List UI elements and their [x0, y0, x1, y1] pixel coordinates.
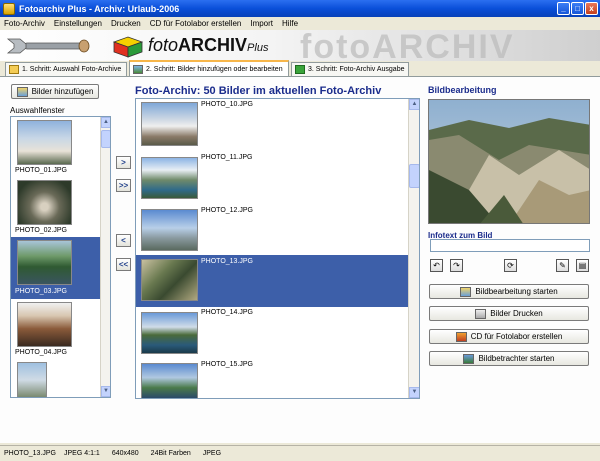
list-item[interactable]: PHOTO_14.JPG — [136, 307, 419, 359]
selection-window-label: Auswahlfenster — [10, 106, 65, 115]
thumbnail — [17, 362, 47, 397]
brand-logo: fotoARCHIVPlus — [148, 35, 269, 55]
menu-drucken[interactable]: Drucken — [111, 19, 141, 28]
list-item[interactable]: PHOTO_02.JPG — [11, 177, 110, 237]
step-tabs: 1. Schritt: Auswahl Foto-Archive 2. Schr… — [0, 60, 600, 77]
thumbnail — [17, 120, 72, 165]
photo-icon — [133, 65, 143, 74]
info-text-input[interactable] — [430, 239, 590, 252]
image-edit-icon — [460, 286, 472, 297]
title-bar: Fotoarchiv Plus - Archiv: Urlaub-2006 _ … — [0, 0, 600, 17]
banner-watermark: fotoARCHIV — [300, 30, 515, 61]
source-list-scrollbar[interactable]: ▲ ▼ — [100, 117, 110, 397]
thumbnail — [17, 180, 72, 225]
printer-icon — [475, 308, 487, 319]
menu-cd-fotolabor[interactable]: CD für Fotolabor erstellen — [150, 19, 242, 28]
image-editing-title: Bildbearbeitung — [428, 85, 497, 95]
thumbnail — [141, 209, 198, 251]
status-type: JPEG — [202, 450, 222, 457]
image-preview — [428, 99, 590, 224]
scroll-thumb[interactable] — [409, 164, 419, 188]
viewer-icon — [463, 353, 475, 364]
properties-icon[interactable]: ▤ — [576, 259, 589, 272]
scroll-up-icon[interactable]: ▲ — [101, 117, 110, 128]
start-editing-button[interactable]: Bildbearbeitung starten — [429, 284, 589, 299]
list-item[interactable] — [11, 359, 110, 397]
wrench-icon — [6, 38, 90, 54]
archive-box-icon — [112, 36, 144, 58]
scroll-thumb[interactable] — [101, 130, 110, 148]
window-title: Fotoarchiv Plus - Archiv: Urlaub-2006 — [19, 3, 180, 14]
reset-icon[interactable]: ⟳ — [504, 259, 517, 272]
main-content: Bilder hinzufügen Auswahlfenster PHOTO_0… — [0, 76, 600, 443]
tab-step-1[interactable]: 1. Schritt: Auswahl Foto-Archive — [5, 62, 127, 76]
status-bar: PHOTO_13.JPG JPEG 4:1:1 640x480 24Bit Fa… — [0, 445, 600, 461]
add-one-button[interactable]: > — [116, 156, 131, 169]
thumbnail — [141, 259, 198, 301]
archive-headline: Foto-Archiv: 50 Bilder im aktuellen Foto… — [135, 85, 382, 97]
folder-icon — [9, 65, 19, 74]
status-filename: PHOTO_13.JPG — [4, 450, 57, 457]
list-item-selected[interactable]: PHOTO_03.JPG — [11, 237, 110, 299]
add-images-button[interactable]: Bilder hinzufügen — [11, 84, 99, 99]
tab-step-2[interactable]: 2. Schritt: Bilder hinzufügen oder bearb… — [129, 60, 289, 77]
header-banner: fotoARCHIVPlus fotoARCHIV — [0, 30, 600, 61]
close-button[interactable]: x — [585, 2, 598, 15]
menu-hilfe[interactable]: Hilfe — [282, 19, 298, 28]
thumbnail — [141, 102, 198, 146]
list-item[interactable]: PHOTO_11.JPG — [136, 151, 419, 203]
list-item[interactable]: PHOTO_04.JPG — [11, 299, 110, 359]
archive-list-scrollbar[interactable]: ▲ ▼ — [408, 99, 419, 398]
menu-bar: Foto-Archiv Einstellungen Drucken CD für… — [0, 17, 600, 30]
start-viewer-button[interactable]: Bildbetrachter starten — [429, 351, 589, 366]
status-resolution: 640x480 — [111, 450, 139, 457]
canyon-preview-image — [429, 100, 589, 223]
thumbnail — [17, 302, 72, 347]
list-item-selected[interactable]: PHOTO_13.JPG — [136, 255, 419, 307]
rotate-right-icon[interactable]: ↷ — [450, 259, 463, 272]
list-item[interactable]: PHOTO_12.JPG — [136, 203, 419, 255]
arrow-icon — [295, 65, 305, 74]
thumbnail — [141, 363, 198, 398]
scroll-down-icon[interactable]: ▼ — [101, 386, 110, 397]
list-item[interactable]: PHOTO_15.JPG — [136, 359, 419, 398]
minimize-button[interactable]: _ — [557, 2, 570, 15]
create-cd-button[interactable]: CD für Fotolabor erstellen — [429, 329, 589, 344]
edit-icon[interactable]: ✎ — [556, 259, 569, 272]
app-icon — [3, 2, 15, 15]
maximize-button[interactable]: □ — [571, 2, 584, 15]
archive-image-list[interactable]: PHOTO_10.JPG PHOTO_11.JPG PHOTO_12.JPG P… — [135, 98, 420, 399]
status-format: JPEG 4:1:1 — [64, 450, 100, 457]
thumbnail — [141, 157, 198, 199]
cd-icon — [455, 331, 467, 342]
remove-one-button[interactable]: < — [116, 234, 131, 247]
remove-all-button[interactable]: << — [116, 258, 131, 271]
add-image-icon — [16, 86, 28, 97]
menu-einstellungen[interactable]: Einstellungen — [54, 19, 102, 28]
source-image-list[interactable]: PHOTO_01.JPG PHOTO_02.JPG PHOTO_03.JPG P… — [10, 116, 111, 398]
thumbnail — [141, 312, 198, 354]
scroll-down-icon[interactable]: ▼ — [409, 387, 419, 398]
thumbnail — [17, 240, 72, 285]
scroll-up-icon[interactable]: ▲ — [409, 99, 419, 110]
rotate-left-icon[interactable]: ↶ — [430, 259, 443, 272]
list-item[interactable]: PHOTO_10.JPG — [136, 99, 419, 151]
menu-foto-archiv[interactable]: Foto-Archiv — [4, 19, 45, 28]
tab-step-3[interactable]: 3. Schritt: Foto-Archiv Ausgabe — [291, 62, 409, 76]
print-images-button[interactable]: Bilder Drucken — [429, 306, 589, 321]
list-item[interactable]: PHOTO_01.JPG — [11, 117, 110, 177]
menu-import[interactable]: Import — [250, 19, 273, 28]
add-all-button[interactable]: >> — [116, 179, 131, 192]
status-color-depth: 24Bit Farben — [150, 450, 191, 457]
